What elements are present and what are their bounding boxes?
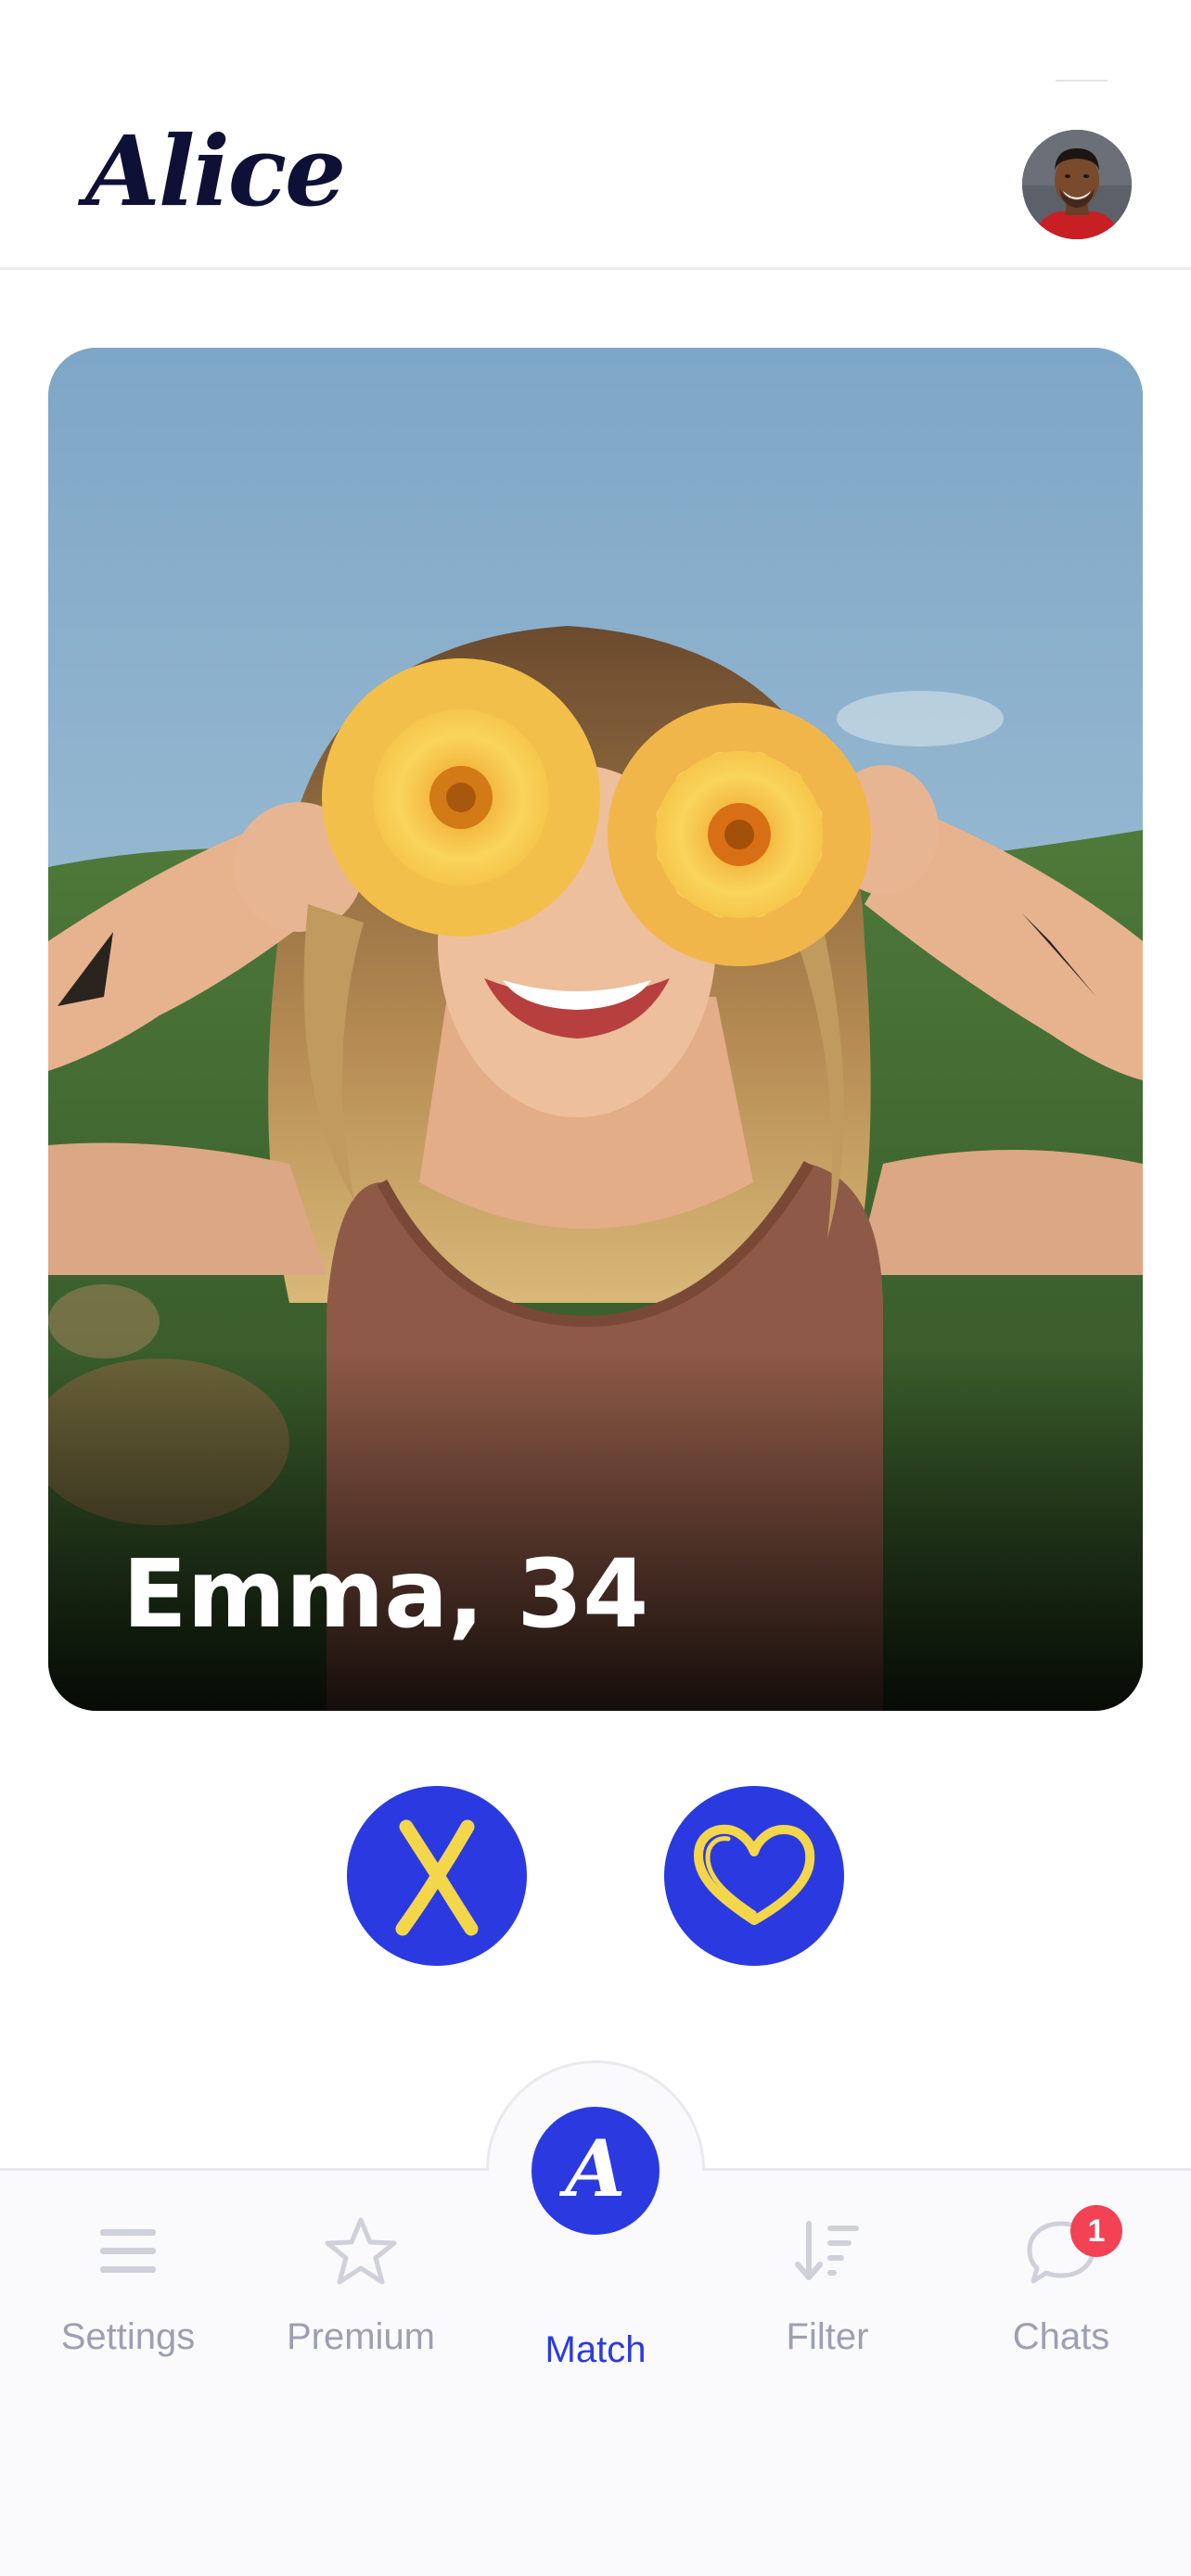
profile-name-age: Emma, 34 (122, 1539, 649, 1650)
profile-photo (48, 348, 1143, 1711)
nav-item-settings[interactable]: Settings (17, 2214, 239, 2381)
profile-card[interactable]: Emma, 34 (48, 348, 1143, 1711)
nav-item-premium[interactable]: Premium (250, 2214, 472, 2381)
nav-label-chats: Chats (1012, 2316, 1110, 2357)
app-header: Alice (0, 0, 1191, 270)
heart-icon (694, 1824, 815, 1925)
hamburger-icon (100, 2229, 156, 2273)
status-indicator (1056, 80, 1108, 82)
nav-label-premium: Premium (286, 2316, 436, 2357)
nav-item-chats[interactable]: Chats (950, 2214, 1172, 2381)
sort-filter-icon (795, 2221, 859, 2280)
app-logo: Alice (85, 114, 346, 228)
dislike-button[interactable] (347, 1786, 527, 1966)
avatar-photo-icon (1022, 130, 1132, 239)
x-icon (395, 1819, 479, 1936)
nav-item-filter[interactable]: Filter (716, 2214, 939, 2381)
nav-item-match[interactable]: Match (484, 2214, 707, 2381)
chats-unread-badge: 1 (1070, 2205, 1122, 2257)
like-button[interactable] (664, 1786, 844, 1966)
nav-label-filter: Filter (786, 2316, 869, 2357)
nav-label-match: Match (544, 2329, 647, 2370)
alice-logo-icon: A (565, 2123, 626, 2214)
match-screen: Alice Emma, 34 A Settings Premium Match … (0, 0, 1191, 2576)
user-avatar[interactable] (1022, 130, 1132, 239)
star-icon (325, 2217, 397, 2285)
nav-label-settings: Settings (60, 2316, 196, 2357)
